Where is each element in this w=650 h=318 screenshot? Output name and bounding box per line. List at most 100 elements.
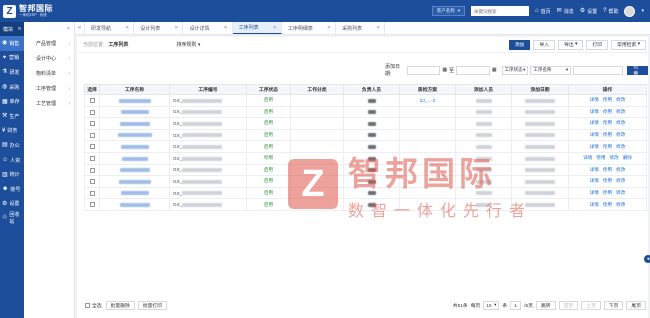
- row-action-link[interactable]: 停用: [603, 109, 612, 114]
- import-button[interactable]: 导入: [533, 39, 556, 50]
- calendar-icon[interactable]: ▦: [442, 67, 447, 73]
- menu-icon[interactable]: ≡: [18, 26, 21, 32]
- jump-button[interactable]: 跳转: [535, 300, 556, 310]
- calendar-icon[interactable]: ▦: [492, 67, 497, 73]
- close-icon[interactable]: ✕: [327, 25, 331, 31]
- row-action-link[interactable]: 删除: [623, 155, 632, 160]
- row-action-link[interactable]: 修改: [616, 167, 625, 172]
- sidebar-item-1[interactable]: ✦ 营销: [0, 51, 24, 66]
- last-page-button[interactable]: 尾页: [626, 300, 646, 310]
- first-page-button[interactable]: 首页: [558, 300, 579, 310]
- row-action-link[interactable]: 修改: [616, 109, 625, 114]
- row-action-link[interactable]: 修改: [616, 132, 625, 137]
- redacted-name[interactable]: [120, 110, 149, 115]
- row-action-link[interactable]: 修改: [610, 155, 619, 160]
- batch-print-button[interactable]: 批量打印: [137, 300, 168, 310]
- row-action-link[interactable]: 详情: [590, 97, 599, 102]
- close-icon[interactable]: ✕: [273, 25, 277, 31]
- table-row[interactable]: GX_ 启用 详情 停用 修改: [84, 163, 647, 177]
- inspection-plan-link[interactable]: ZJ_...-2: [420, 98, 436, 103]
- submenu-item-3[interactable]: 工序管理 ›: [24, 81, 74, 96]
- sidebar-item-3[interactable]: ◍ 采购: [0, 80, 24, 95]
- submenu-item-2[interactable]: 物料清单 ›: [24, 66, 74, 81]
- row-action-link[interactable]: 修改: [616, 178, 625, 183]
- row-checkbox[interactable]: [89, 190, 95, 196]
- redacted-name[interactable]: [117, 133, 152, 138]
- row-action-link[interactable]: 停用: [603, 97, 612, 102]
- tab-5[interactable]: 采购列表 ✕: [336, 22, 386, 34]
- float-help-icon[interactable]: ◂: [644, 255, 650, 263]
- tab-0[interactable]: 研发导航 ✕: [85, 22, 135, 34]
- nav-home[interactable]: ⌂ 首页: [535, 8, 551, 15]
- redacted-name[interactable]: [120, 191, 149, 196]
- row-checkbox[interactable]: [89, 179, 95, 185]
- sidebar-item-10[interactable]: ☻ 账号: [0, 182, 24, 197]
- nav-messages[interactable]: ✉ 消息: [557, 8, 574, 15]
- row-checkbox[interactable]: [89, 109, 95, 115]
- keyword-input[interactable]: [573, 65, 624, 75]
- batch-delete-button[interactable]: 批量删除: [105, 300, 135, 310]
- row-checkbox[interactable]: [89, 167, 95, 173]
- row-action-link[interactable]: 详情: [590, 109, 599, 114]
- sidebar-item-8[interactable]: ☺ 人资: [0, 153, 24, 168]
- sidebar-item-9[interactable]: ▥ 统计: [0, 167, 24, 182]
- close-icon[interactable]: ✕: [125, 25, 129, 31]
- row-action-link[interactable]: 停用: [603, 132, 612, 137]
- row-action-link[interactable]: 详情: [590, 167, 599, 172]
- search-button[interactable]: 检索: [627, 64, 649, 77]
- common-search-button[interactable]: 常用检索 ▾: [611, 39, 646, 50]
- row-checkbox[interactable]: [89, 144, 95, 150]
- tab-3[interactable]: 工序列表 ✕: [232, 22, 282, 34]
- submenu-item-0[interactable]: 产品管理 ›: [24, 36, 74, 51]
- submenu-item-1[interactable]: 设计中心 ›: [24, 51, 74, 66]
- name-select[interactable]: 工序名称 ▾: [530, 65, 572, 75]
- app-logo[interactable]: Z 智邦国际 一体化ERP · 系统: [0, 4, 78, 18]
- redacted-name[interactable]: [120, 144, 149, 149]
- table-row[interactable]: GX_ 启用 详情 停用 修改: [84, 128, 647, 142]
- page-size-select[interactable]: 10 ▾: [483, 300, 500, 310]
- row-action-link[interactable]: 详情: [590, 132, 599, 137]
- sidebar-item-12[interactable]: ♲ 回收站: [0, 211, 24, 226]
- sidebar-item-6[interactable]: ¥ 财务: [0, 124, 24, 139]
- sort-rule-dropdown[interactable]: 排序规则 ▾: [176, 41, 200, 48]
- close-icon[interactable]: ✕: [376, 25, 380, 31]
- row-action-link[interactable]: 修改: [616, 144, 625, 149]
- row-action-link[interactable]: 停用: [596, 155, 605, 160]
- row-action-link[interactable]: 修改: [616, 202, 625, 207]
- table-row[interactable]: GX_ 启用 详情 停用 修改: [84, 175, 647, 188]
- redacted-name[interactable]: [119, 121, 150, 126]
- row-action-link[interactable]: 停用: [603, 120, 612, 125]
- page-number-input[interactable]: 1: [510, 300, 522, 310]
- chevron-down-icon[interactable]: ▾: [641, 8, 644, 14]
- next-page-button[interactable]: 下页: [603, 300, 624, 310]
- redacted-name[interactable]: [119, 168, 150, 173]
- redacted-name[interactable]: [119, 202, 150, 207]
- row-action-link[interactable]: 详情: [590, 190, 599, 195]
- row-action-link[interactable]: 修改: [616, 97, 625, 102]
- row-checkbox[interactable]: [89, 202, 95, 208]
- row-checkbox[interactable]: [89, 97, 95, 103]
- nav-settings[interactable]: ⚙ 设置: [580, 8, 597, 15]
- status-select[interactable]: 工序状态 ▾: [501, 65, 529, 75]
- redacted-name[interactable]: [121, 156, 148, 161]
- tab-4[interactable]: 工序明细表 ✕: [282, 22, 337, 34]
- select-all-checkbox[interactable]: [85, 302, 90, 308]
- tab-2[interactable]: 设计详情 ✕: [183, 22, 233, 34]
- table-row[interactable]: GX_ 启用 详情 停用 修改: [84, 186, 647, 200]
- customer-select[interactable]: 客户名称 ▾: [431, 6, 466, 16]
- sidebar-item-2[interactable]: ⚗ 研发: [0, 65, 24, 80]
- row-action-link[interactable]: 修改: [616, 120, 625, 125]
- table-row[interactable]: GX_ 启用 详情 停用 修改: [84, 117, 647, 130]
- redacted-name[interactable]: [118, 179, 151, 184]
- close-icon[interactable]: ✕: [174, 25, 178, 31]
- sidebar-item-5[interactable]: ⚒ 生产: [0, 109, 24, 124]
- row-action-link[interactable]: 详情: [590, 202, 599, 207]
- close-icon[interactable]: ✕: [223, 25, 227, 31]
- redacted-name[interactable]: [118, 98, 151, 103]
- tab-1[interactable]: 设计列表 ✕: [134, 22, 184, 34]
- row-action-link[interactable]: 详情: [583, 155, 592, 160]
- avatar[interactable]: [624, 5, 636, 17]
- table-row[interactable]: GX_ 启用 详情 停用 修改: [84, 105, 647, 119]
- collapse-icon[interactable]: «: [67, 26, 70, 32]
- sidebar-item-0[interactable]: ◉ 销售: [0, 36, 24, 51]
